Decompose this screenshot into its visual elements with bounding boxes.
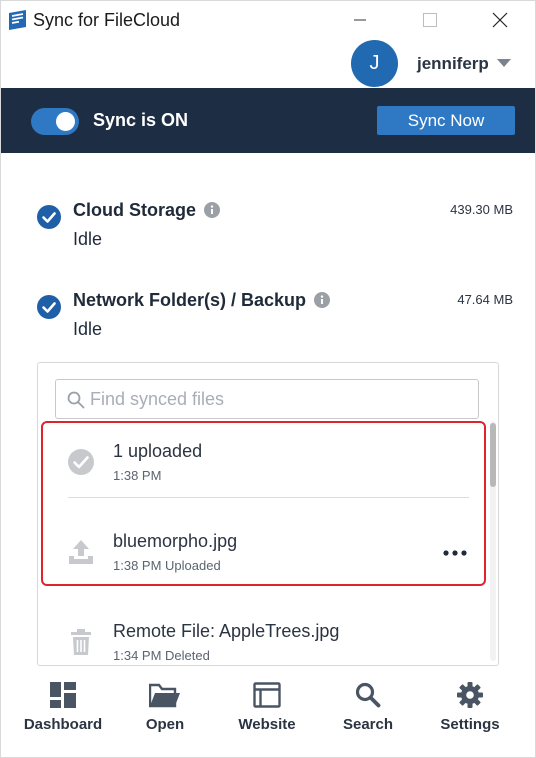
storage-title: Cloud Storage — [73, 200, 221, 221]
activity-item[interactable]: bluemorpho.jpg 1:38 PM Uploaded — [38, 515, 486, 595]
check-circle-icon — [37, 205, 61, 229]
dashboard-icon — [50, 682, 76, 708]
sync-window: Sync for FileCloud J jenniferp Sync is O… — [0, 0, 536, 758]
storage-size: 47.64 MB — [457, 292, 513, 307]
nav-search[interactable]: Search — [317, 669, 419, 749]
activity-panel: 1 uploaded 1:38 PM bluemorpho.jpg 1:38 P… — [37, 362, 499, 666]
trash-icon — [71, 629, 91, 655]
activity-title: bluemorpho.jpg — [113, 531, 238, 551]
nav-label: Open — [145, 716, 185, 733]
more-options-icon[interactable] — [442, 549, 468, 557]
activity-item[interactable]: 1 uploaded 1:38 PM — [38, 425, 486, 505]
nav-website[interactable]: Website — [216, 669, 318, 749]
cloud-storage-row: Cloud Storage Idle 439.30 MB — [1, 200, 535, 270]
nav-dashboard[interactable]: Dashboard — [12, 669, 114, 749]
gear-icon — [457, 682, 483, 708]
search-box — [55, 379, 479, 419]
check-circle-icon — [37, 295, 61, 319]
activity-subtitle: 1:38 PM Uploaded — [113, 558, 221, 573]
filecloud-logo-icon — [9, 10, 26, 30]
nav-label: Website — [238, 716, 296, 733]
network-folder-row: Network Folder(s) / Backup Idle 47.64 MB — [1, 290, 535, 360]
storage-state: Idle — [73, 229, 103, 249]
nav-open[interactable]: Open — [114, 669, 216, 749]
close-button[interactable] — [477, 1, 523, 39]
sync-status-label: Sync is ON — [93, 110, 189, 130]
nav-label: Dashboard — [23, 716, 103, 733]
activity-subtitle: 1:34 PM Deleted — [113, 648, 210, 663]
nav-label: Search — [342, 716, 394, 733]
activity-item[interactable]: Remote File: AppleTrees.jpg 1:34 PM Dele… — [38, 605, 486, 665]
search-icon — [355, 682, 381, 708]
check-circle-icon — [68, 449, 94, 475]
bottom-nav: Dashboard Open Website Search Settings — [1, 669, 535, 757]
search-input[interactable] — [90, 380, 470, 418]
folder-open-icon — [149, 683, 180, 708]
sync-now-button[interactable]: Sync Now — [377, 106, 515, 135]
chevron-down-icon[interactable] — [497, 58, 511, 68]
sync-toggle[interactable] — [31, 108, 79, 135]
nav-settings[interactable]: Settings — [419, 669, 521, 749]
info-icon[interactable] — [314, 292, 331, 308]
activity-subtitle: 1:38 PM — [113, 468, 162, 483]
maximize-button[interactable] — [407, 1, 453, 39]
nav-label: Settings — [440, 716, 500, 733]
sync-bar: Sync is ON Sync Now — [1, 88, 535, 153]
maximize-icon — [423, 13, 437, 27]
avatar[interactable]: J — [351, 40, 398, 87]
storage-size: 439.30 MB — [450, 202, 513, 217]
storage-state: Idle — [73, 319, 103, 339]
toggle-knob — [56, 112, 75, 131]
username[interactable]: jenniferp — [417, 54, 489, 74]
upload-icon — [69, 540, 93, 564]
title-bar: Sync for FileCloud — [1, 1, 535, 39]
search-icon — [67, 391, 85, 409]
browser-window-icon — [253, 682, 281, 708]
minimize-icon — [354, 19, 366, 21]
minimize-button[interactable] — [337, 1, 383, 39]
scrollbar[interactable] — [490, 421, 496, 661]
close-icon — [492, 12, 508, 28]
activity-title: 1 uploaded — [113, 441, 203, 461]
info-icon[interactable] — [204, 202, 221, 218]
window-title: Sync for FileCloud — [33, 10, 181, 30]
scroll-thumb[interactable] — [490, 423, 496, 487]
divider — [68, 497, 469, 498]
activity-title: Remote File: AppleTrees.jpg — [113, 621, 340, 641]
storage-title: Network Folder(s) / Backup — [73, 290, 331, 311]
